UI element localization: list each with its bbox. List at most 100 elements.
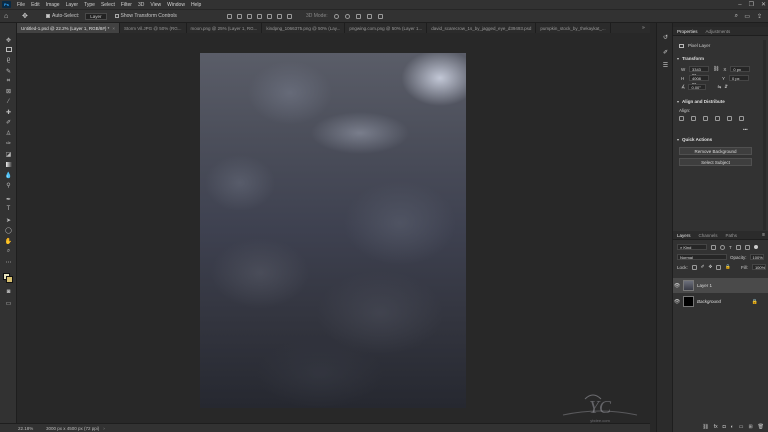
align-right-icon[interactable] — [246, 13, 252, 19]
link-icon[interactable]: ⛓ — [713, 66, 719, 72]
menu-type[interactable]: Type — [81, 2, 98, 8]
distribute-icon[interactable] — [286, 13, 292, 19]
auto-select-checkbox[interactable]: Auto-Select: — [46, 13, 79, 19]
more-tools-icon[interactable]: ⋯ — [4, 258, 13, 266]
flip-horizontal-icon[interactable]: ⇋ — [717, 84, 721, 90]
align-top-icon[interactable] — [256, 13, 262, 19]
tab-moon[interactable]: moon.png @ 25% (Layer 1, RG... — [187, 23, 263, 33]
flip-vertical-icon[interactable]: ⇵ — [724, 84, 728, 90]
search-icon[interactable]: ⌕ — [735, 13, 738, 20]
align-top-edges-icon[interactable] — [715, 116, 720, 121]
zoom-tool-icon[interactable]: ⌕ — [4, 247, 13, 255]
align-center-icon[interactable] — [236, 13, 242, 19]
menu-file[interactable]: File — [14, 2, 28, 8]
adjustment-layer-icon[interactable]: ◐ — [731, 424, 734, 430]
angle-field[interactable]: 0.00° — [688, 84, 707, 90]
eyedropper-tool-icon[interactable]: ⁄ — [4, 98, 13, 106]
filter-toggle-icon[interactable] — [753, 245, 758, 249]
fill-field[interactable]: 100% — [751, 264, 766, 270]
new-group-icon[interactable]: ▭ — [739, 424, 744, 430]
properties-scrollbar[interactable] — [763, 40, 766, 230]
quick-select-tool-icon[interactable]: ✎ — [4, 67, 13, 75]
workspace-icon[interactable]: ▭ — [744, 13, 750, 20]
close-button[interactable]: ✕ — [761, 1, 766, 8]
tab-pumpkin[interactable]: pumpkin_stock_by_thekaykat_... — [536, 23, 611, 33]
delete-layer-icon[interactable]: 🗑 — [758, 424, 764, 430]
share-icon[interactable]: ⇪ — [757, 13, 762, 20]
3d-slide-icon[interactable] — [366, 13, 372, 19]
height-field[interactable]: 4008 px — [689, 75, 709, 86]
layer-row-layer-1[interactable]: 👁 Layer 1 — [673, 278, 768, 293]
x-field[interactable]: 0 px — [730, 66, 751, 72]
quick-mask-icon[interactable]: ◙ — [4, 288, 13, 296]
menu-window[interactable]: Window — [164, 2, 188, 8]
tab-storm[interactable]: Storm Vil.JPG @ 50% (RG... — [120, 23, 187, 33]
align-horizontal-centers-icon[interactable] — [691, 116, 696, 121]
filter-pixel-icon[interactable] — [711, 244, 716, 250]
gradient-tool-icon[interactable] — [4, 160, 13, 168]
filter-shape-icon[interactable] — [735, 244, 741, 250]
crop-tool-icon[interactable]: ⌗ — [4, 77, 13, 85]
fx-icon[interactable]: fx — [714, 424, 718, 430]
add-mask-icon[interactable]: ◘ — [723, 424, 726, 430]
blend-mode-dropdown[interactable]: Normal — [677, 254, 727, 260]
blur-tool-icon[interactable]: 💧 — [4, 171, 13, 179]
align-left-icon[interactable] — [226, 13, 232, 19]
opacity-field[interactable]: 100% — [749, 254, 764, 260]
transform-header[interactable]: ▾ Transform — [677, 56, 768, 61]
zoom-level[interactable]: 22.18% — [0, 426, 46, 431]
tab-layers[interactable]: Layers — [673, 233, 695, 238]
tabs-overflow-icon[interactable]: » — [642, 25, 645, 31]
align-bottom-icon[interactable] — [276, 13, 282, 19]
lock-position-icon[interactable]: ✥ — [709, 264, 713, 270]
tab-paths[interactable]: Paths — [722, 233, 742, 238]
more-options-button[interactable]: ••• — [743, 127, 748, 132]
eraser-tool-icon[interactable]: ◪ — [4, 150, 13, 158]
layer-row-background[interactable]: 👁 Background 🔒 — [673, 294, 768, 309]
menu-3d[interactable]: 3D — [135, 2, 147, 8]
move-tool-icon[interactable]: ✥ — [4, 36, 13, 44]
hand-tool-icon[interactable]: ✋ — [4, 237, 13, 245]
filter-smart-icon[interactable] — [744, 244, 750, 250]
auto-select-dropdown[interactable]: Layer — [85, 12, 107, 20]
adjust-icon[interactable]: ☰ — [661, 61, 670, 70]
y-field[interactable]: 0 px — [729, 75, 749, 81]
menu-filter[interactable]: Filter — [118, 2, 135, 8]
3d-roll-icon[interactable] — [344, 13, 350, 19]
tab-kindpng[interactable]: kindpng_1066375.png @ 50% (Lay... — [262, 23, 346, 33]
menu-view[interactable]: View — [147, 2, 164, 8]
brush-tool-icon[interactable]: ✐ — [4, 118, 13, 126]
document-info[interactable]: 3000 px x 4500 px (72 ppi) — [46, 426, 99, 431]
filter-type-icon[interactable]: T — [729, 245, 732, 250]
tab-channels[interactable]: Channels — [695, 233, 722, 238]
history-brush-icon[interactable]: ✑ — [4, 139, 13, 147]
panel-menu-icon[interactable]: ≡ — [762, 232, 765, 238]
frame-tool-icon[interactable]: ⊠ — [4, 87, 13, 95]
menu-edit[interactable]: Edit — [28, 2, 43, 8]
link-layers-icon[interactable]: ⛓ — [702, 424, 708, 430]
tab-untitled-1[interactable]: Untitled-1.psd @ 22.2% (Layer 1, RGB/8#)… — [17, 23, 120, 33]
align-right-edges-icon[interactable] — [703, 116, 708, 121]
tab-adjustments[interactable]: Adjustments — [702, 29, 735, 34]
home-icon[interactable]: ⌂ — [4, 13, 14, 20]
align-header[interactable]: ▾ Align and Distribute — [677, 99, 768, 104]
menu-help[interactable]: Help — [188, 2, 204, 8]
lock-transparent-icon[interactable] — [691, 264, 697, 270]
layer-name[interactable]: Background — [697, 299, 721, 304]
dodge-tool-icon[interactable]: ⚲ — [4, 181, 13, 189]
layer-filter-dropdown[interactable]: ⌕ Kind — [677, 244, 707, 250]
marquee-tool-icon[interactable] — [4, 45, 13, 53]
lock-artboard-icon[interactable] — [716, 264, 722, 270]
menu-image[interactable]: Image — [43, 2, 63, 8]
select-subject-button[interactable]: Select Subject — [679, 158, 752, 166]
visibility-eye-icon[interactable]: 👁 — [673, 299, 681, 305]
quick-actions-header[interactable]: ▾ Quick Actions — [677, 137, 768, 142]
background-color-swatch[interactable] — [6, 276, 13, 283]
history-icon[interactable]: ↺ — [661, 33, 670, 42]
menu-select[interactable]: Select — [98, 2, 118, 8]
show-transform-checkbox[interactable]: Show Transform Controls — [114, 13, 177, 19]
screen-mode-icon[interactable]: ▭ — [4, 299, 13, 307]
pen-tool-icon[interactable]: ✒ — [4, 195, 13, 203]
tab-scarecrow[interactable]: david_scarecrow_1s_by_jagged_eye_d39493.… — [427, 23, 537, 33]
move-tool-preset-icon[interactable]: ✥ — [22, 12, 36, 20]
